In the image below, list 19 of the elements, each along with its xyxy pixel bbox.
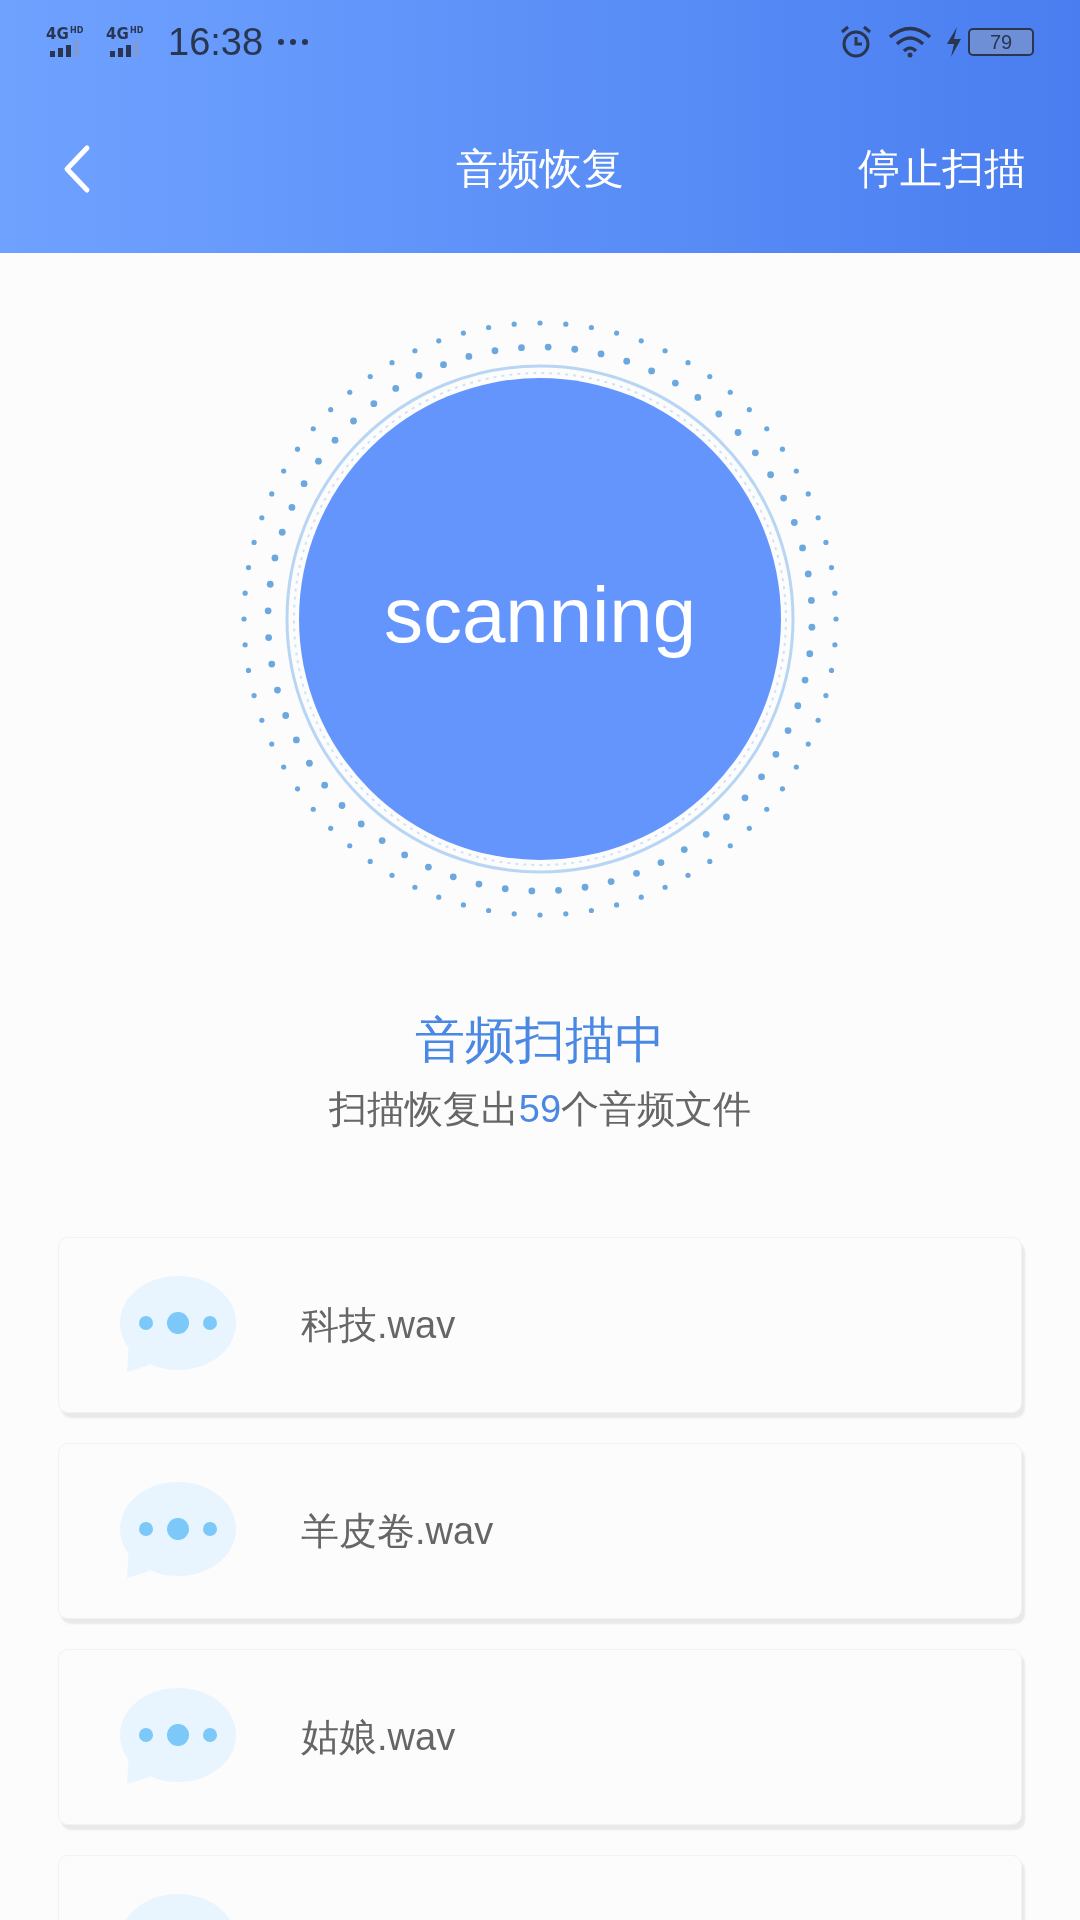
file-card[interactable]: 羊皮卷.wav — [58, 1443, 1022, 1619]
charging-bolt-icon — [946, 27, 962, 57]
file-card[interactable]: 科技.wav — [58, 1237, 1022, 1413]
wifi-icon — [888, 26, 932, 58]
chat-bubble-icon — [119, 1481, 237, 1581]
battery-indicator: 79 — [968, 28, 1034, 56]
file-name: 羊皮卷.wav — [301, 1508, 494, 1554]
file-name: 科技.wav — [301, 1302, 456, 1348]
status-time: 16:38 — [168, 19, 264, 65]
file-card[interactable]: 姑娘.wav — [58, 1649, 1022, 1825]
scanning-label: scanning — [383, 569, 697, 661]
chat-bubble-icon — [119, 1275, 237, 1375]
chat-bubble-icon — [119, 1687, 237, 1787]
scan-summary: 扫描恢复出59个音频文件 — [328, 1087, 752, 1132]
scan-status: 音频扫描中 — [415, 1011, 665, 1070]
stop-scan-button[interactable]: 停止扫描 — [858, 137, 1026, 200]
page-title: 音频恢复 — [456, 144, 624, 194]
file-name: 姑娘.wav — [301, 1714, 456, 1760]
alarm-clock-icon — [838, 24, 874, 60]
